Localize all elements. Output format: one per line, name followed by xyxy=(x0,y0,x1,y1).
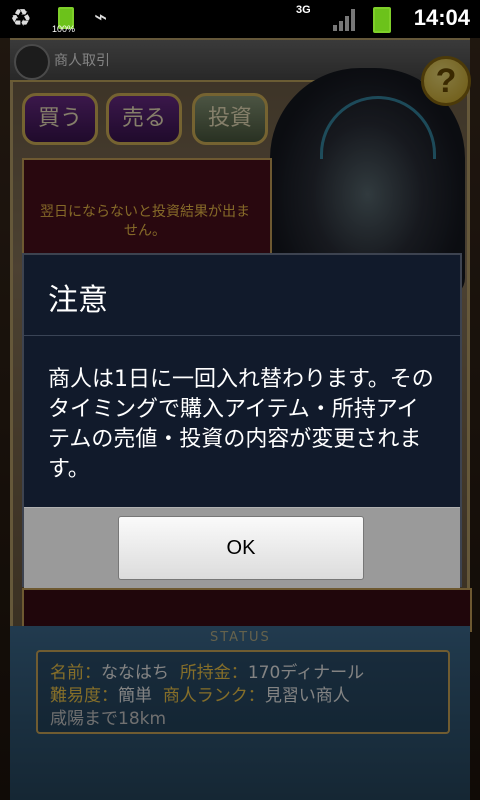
android-status-bar: ♻ 100% ⌁ 3G 14:04 xyxy=(0,0,480,38)
clock: 14:04 xyxy=(413,5,470,30)
battery-icon xyxy=(373,7,391,33)
dialog-title: 注意 xyxy=(48,283,108,318)
dialog-footer: OK xyxy=(24,507,460,588)
recycle-icon: ♻ xyxy=(10,4,32,32)
signal-icon xyxy=(333,9,359,31)
dialog-divider xyxy=(24,335,460,336)
network-type-label: 3G xyxy=(296,4,311,16)
usb-icon: ⌁ xyxy=(94,5,108,30)
ok-button[interactable]: OK xyxy=(118,516,364,580)
battery-percent-label: 100% xyxy=(52,24,76,34)
alert-dialog: 注意 商人は1日に一回入れ替わります。そのタイミングで購入アイテム・所持アイテム… xyxy=(22,253,462,588)
dialog-message: 商人は1日に一回入れ替わります。そのタイミングで購入アイテム・所持アイテムの売値… xyxy=(48,367,434,482)
